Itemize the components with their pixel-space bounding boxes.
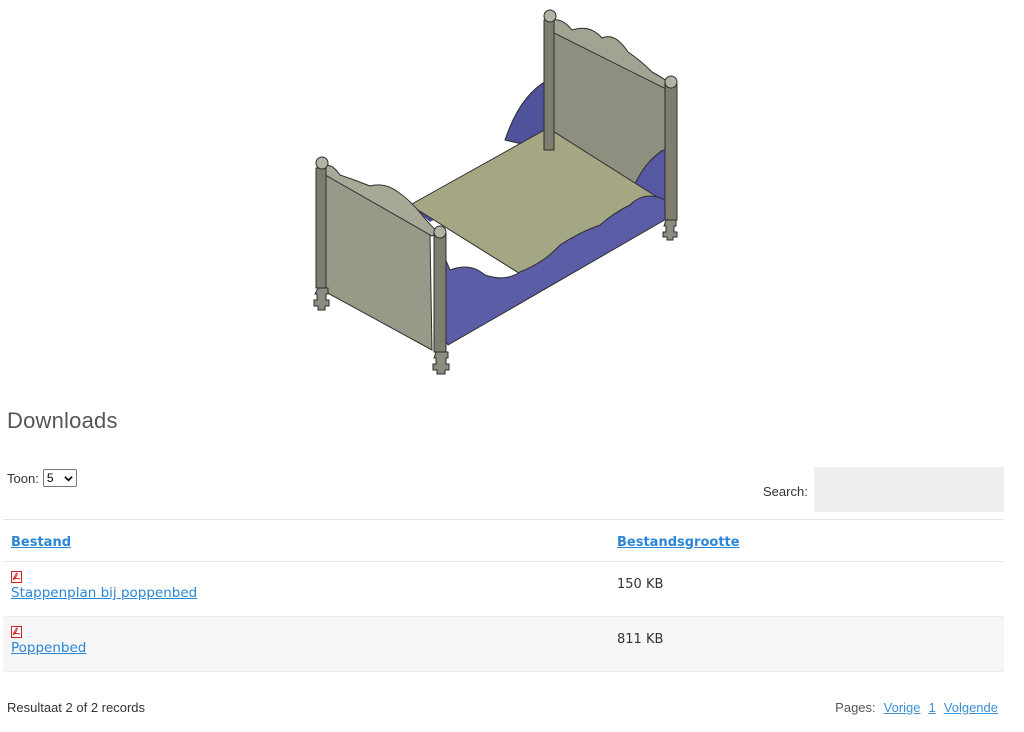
page-size-control: Toon: 5 (7, 469, 77, 487)
downloads-heading: Downloads (7, 408, 118, 433)
file-size: 150 KB (617, 577, 664, 592)
column-header-file: Bestand (3, 519, 609, 562)
search-input[interactable] (813, 467, 1004, 512)
pdf-icon (11, 571, 22, 583)
pagination-page-1-link[interactable]: 1 (929, 700, 936, 715)
page-size-select[interactable]: 5 (42, 469, 77, 487)
table-header-row: Bestand Bestandsgrootte (3, 519, 1004, 562)
file-cell: Poppenbed (3, 616, 609, 672)
result-count: Resultaat 2 of 2 records (7, 700, 146, 715)
pdf-icon (11, 626, 22, 638)
doll-bed-illustration (313, 9, 678, 375)
pagination-prev-link[interactable]: Vorige (884, 700, 921, 715)
search-control: Search: (763, 467, 1004, 512)
file-size: 811 KB (617, 632, 664, 647)
page-size-label: Toon: (7, 470, 39, 486)
page-size-value: 5 (46, 471, 54, 485)
size-cell: 811 KB (609, 616, 1004, 672)
size-cell: 150 KB (609, 561, 1004, 617)
sort-by-size-link[interactable]: Bestandsgrootte (617, 535, 740, 550)
product-image-doll-bed (290, 4, 710, 380)
file-link[interactable]: Poppenbed (11, 640, 86, 656)
file-link[interactable]: Stappenplan bij poppenbed (11, 585, 197, 601)
pagination: Pages: Vorige 1 Volgende (835, 700, 998, 715)
table-row: Poppenbed 811 KB (3, 616, 1004, 672)
downloads-table: Bestand Bestandsgrootte Stappenplan bij … (3, 519, 1004, 672)
column-header-size: Bestandsgrootte (609, 519, 1004, 562)
search-label: Search: (763, 484, 808, 499)
table-row: Stappenplan bij poppenbed 150 KB (3, 561, 1004, 617)
sort-by-file-link[interactable]: Bestand (11, 535, 71, 550)
file-cell: Stappenplan bij poppenbed (3, 561, 609, 617)
chevron-down-icon (64, 475, 73, 481)
pagination-label: Pages: (835, 700, 876, 715)
pagination-next-link[interactable]: Volgende (944, 700, 998, 715)
